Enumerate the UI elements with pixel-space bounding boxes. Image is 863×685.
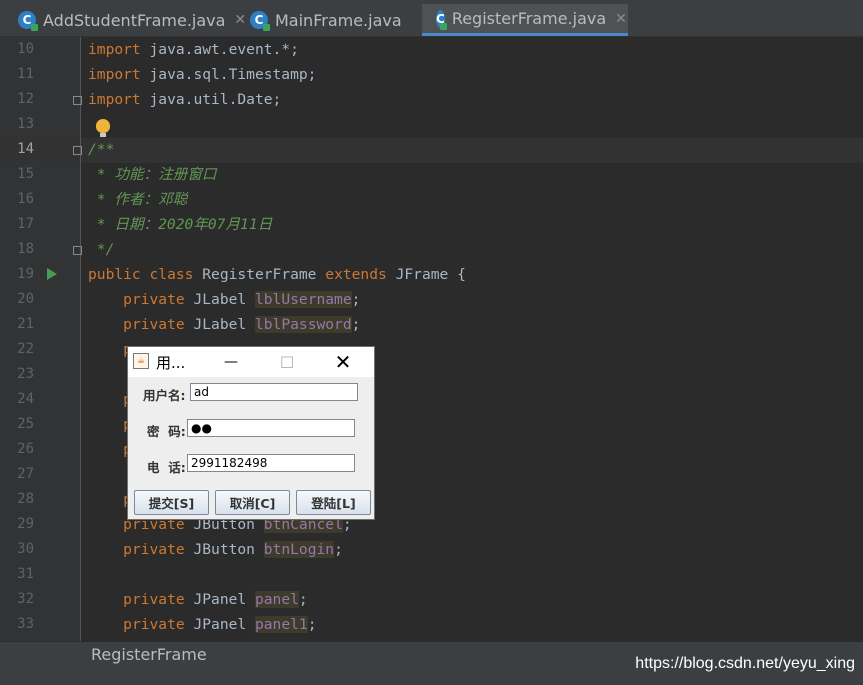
- line-number: 32: [17, 591, 34, 607]
- line-number: 20: [17, 291, 34, 307]
- code-line: import java.sql.Timestamp;: [88, 66, 317, 83]
- line-number-current: 14: [17, 141, 34, 157]
- code-line: import java.util.Date;: [88, 91, 282, 108]
- field-line: private JPanel panel1;: [123, 616, 317, 633]
- line-number: 27: [17, 466, 34, 482]
- line-number: 26: [17, 441, 34, 457]
- tab-label: MainFrame.java: [275, 10, 402, 30]
- line-number: 22: [17, 341, 34, 357]
- gutter-separator: [80, 37, 81, 641]
- close-tab-icon[interactable]: ✕: [615, 11, 627, 27]
- tab-registerframe[interactable]: C RegisterFrame.java ✕: [422, 4, 628, 36]
- field-line: private JPanel panel;: [123, 591, 308, 608]
- java-class-icon: C: [250, 11, 270, 31]
- username-input[interactable]: [190, 383, 358, 401]
- doc-comment-line: * 作者：邓聪: [88, 191, 188, 208]
- minimize-button[interactable]: —: [218, 349, 244, 375]
- line-number: 28: [17, 491, 34, 507]
- line-number: 25: [17, 416, 34, 432]
- tab-mainframe[interactable]: C MainFrame.java: [236, 4, 410, 36]
- code-line: import java.awt.event.*;: [88, 41, 299, 58]
- dialog-title: 用...: [156, 354, 186, 372]
- line-number: 11: [17, 66, 34, 82]
- line-number: 21: [17, 316, 34, 332]
- tab-label: AddStudentFrame.java: [43, 10, 226, 30]
- field-line: private JLabel lblUsername;: [123, 291, 361, 308]
- line-number: 10: [17, 41, 34, 57]
- submit-button[interactable]: 提交[S]: [134, 490, 209, 515]
- password-input[interactable]: ●●: [187, 419, 355, 437]
- fold-marker-icon[interactable]: [73, 146, 82, 155]
- tab-addstudentframe[interactable]: C AddStudentFrame.java ✕: [4, 4, 254, 36]
- username-label: 用户名:: [143, 388, 186, 403]
- line-number: 15: [17, 166, 34, 182]
- login-button[interactable]: 登陆[L]: [296, 490, 371, 515]
- password-label: 密 码:: [147, 424, 186, 439]
- line-number: 19: [17, 266, 34, 282]
- class-declaration: public class RegisterFrame extends JFram…: [88, 266, 466, 283]
- breadcrumb-class[interactable]: RegisterFrame: [91, 645, 207, 664]
- editor-tab-bar: C AddStudentFrame.java ✕ C MainFrame.jav…: [0, 0, 863, 37]
- phone-input[interactable]: [187, 454, 355, 472]
- fold-marker-icon[interactable]: [73, 246, 82, 255]
- current-line-highlight: [80, 138, 863, 163]
- line-number: 30: [17, 541, 34, 557]
- doc-comment-close: */: [88, 241, 115, 258]
- line-number: 23: [17, 366, 34, 382]
- line-number: 29: [17, 516, 34, 532]
- field-line: p: [88, 487, 132, 512]
- line-number: 24: [17, 391, 34, 407]
- doc-comment-line: * 功能：注册窗口: [88, 166, 217, 183]
- line-number: 13: [17, 116, 34, 132]
- java-class-icon: C: [436, 9, 447, 30]
- run-gutter-icon[interactable]: [47, 268, 57, 280]
- dialog-title-bar[interactable]: ☕ 用... — ☐ ✕: [128, 347, 374, 377]
- field-line: private JButton btnLogin;: [123, 541, 343, 558]
- phone-label: 电 话:: [147, 460, 186, 475]
- line-number: 16: [17, 191, 34, 207]
- line-number: 33: [17, 616, 34, 632]
- java-cup-icon: ☕: [133, 353, 149, 369]
- register-dialog: ☕ 用... — ☐ ✕ 用户名: 密 码: ●● 电 话: 提交[S] 取消[…: [127, 346, 375, 520]
- doc-comment-open: /**: [88, 141, 115, 158]
- doc-comment-line: * 日期：2020年07月11日: [88, 216, 273, 233]
- watermark: https://blog.csdn.net/yeyu_xing: [635, 655, 855, 672]
- line-number: 12: [17, 91, 34, 107]
- line-number: 18: [17, 241, 34, 257]
- java-class-icon: C: [18, 11, 38, 31]
- lightbulb-icon[interactable]: [96, 119, 110, 137]
- cancel-button[interactable]: 取消[C]: [215, 490, 290, 515]
- field-line: p: [88, 337, 132, 362]
- maximize-button: ☐: [279, 352, 295, 372]
- close-button[interactable]: ✕: [330, 349, 356, 375]
- line-number: 17: [17, 216, 34, 232]
- tab-label: RegisterFrame.java: [451, 9, 607, 28]
- field-line: private JLabel lblPassword;: [123, 316, 361, 333]
- fold-marker-icon[interactable]: [73, 96, 82, 105]
- line-number: 31: [17, 566, 34, 582]
